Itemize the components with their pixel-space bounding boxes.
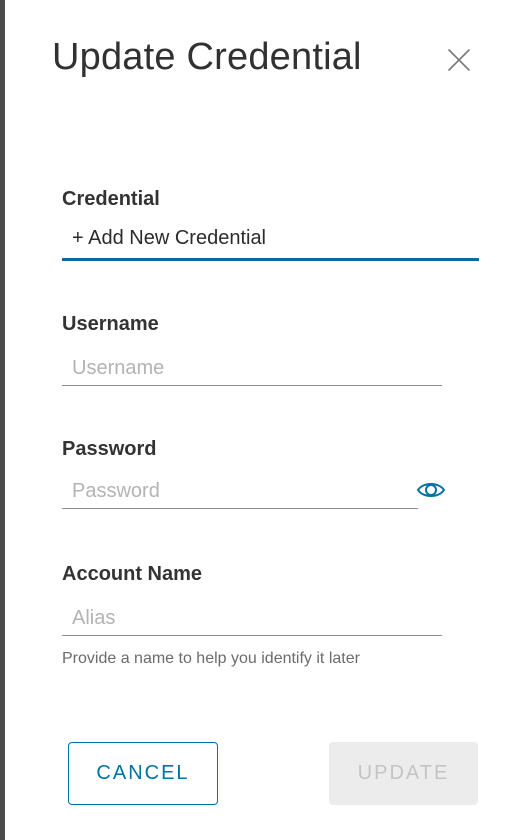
cancel-button[interactable]: CANCEL xyxy=(68,742,218,805)
account-name-input[interactable] xyxy=(62,602,442,636)
account-name-label: Account Name xyxy=(62,563,203,585)
update-button[interactable]: UPDATE xyxy=(329,742,478,805)
credential-select-underline xyxy=(62,258,479,261)
close-button[interactable] xyxy=(441,42,477,78)
password-label: Password xyxy=(62,438,157,460)
username-input[interactable] xyxy=(62,352,442,386)
update-credential-dialog: Update Credential Credential + Add New C… xyxy=(0,0,518,840)
close-icon xyxy=(448,49,470,71)
dialog-title: Update Credential xyxy=(52,36,362,78)
username-label: Username xyxy=(62,313,159,335)
eye-icon xyxy=(416,483,446,497)
password-input[interactable] xyxy=(62,475,418,509)
credential-label: Credential xyxy=(62,188,160,210)
account-name-help-text: Provide a name to help you identify it l… xyxy=(62,650,360,667)
credential-select[interactable]: + Add New Credential xyxy=(72,227,266,250)
dialog-left-border xyxy=(0,0,5,840)
show-password-toggle[interactable] xyxy=(415,478,447,502)
